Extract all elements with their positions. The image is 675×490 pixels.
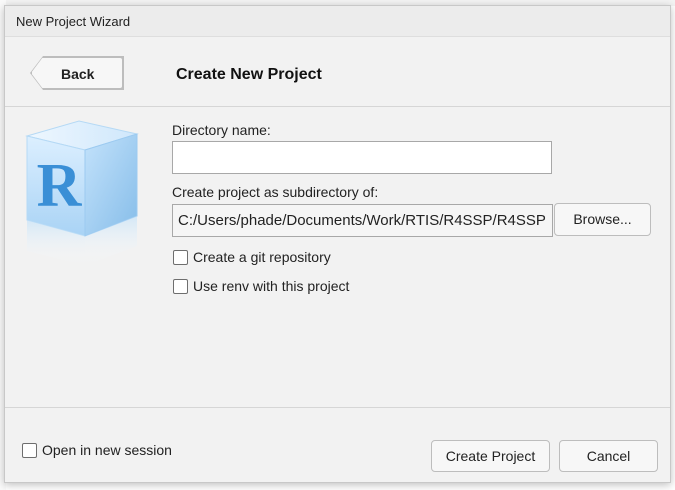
browse-button[interactable]: Browse... <box>554 203 651 236</box>
renv-option[interactable]: Use renv with this project <box>173 278 373 297</box>
page-title: Create New Project <box>176 66 322 83</box>
renv-label: Use renv with this project <box>193 278 350 294</box>
new-session-label: Open in new session <box>42 442 172 458</box>
git-repository-label: Create a git repository <box>193 249 331 265</box>
back-button-label: Back <box>61 66 95 82</box>
new-session-checkbox[interactable] <box>22 443 37 458</box>
window-title: New Project Wizard <box>16 14 131 29</box>
git-repository-option[interactable]: Create a git repository <box>173 249 373 268</box>
r-letter: R <box>37 152 83 220</box>
cancel-button[interactable]: Cancel <box>559 440 658 472</box>
r-cube-logo-icon: R <box>25 120 139 266</box>
wizard-header: Back Create New Project <box>5 37 670 107</box>
directory-name-input[interactable] <box>172 141 552 174</box>
parent-directory-label: Create project as subdirectory of: <box>172 184 379 200</box>
new-session-option[interactable]: Open in new session <box>22 442 202 461</box>
directory-name-label: Directory name: <box>172 122 271 138</box>
renv-checkbox[interactable] <box>173 279 188 294</box>
footer-divider <box>5 407 670 408</box>
title-bar: New Project Wizard <box>5 6 670 37</box>
parent-directory-field[interactable]: C:/Users/phade/Documents/Work/RTIS/R4SSP… <box>172 204 553 237</box>
back-button[interactable]: Back <box>31 57 123 89</box>
create-project-button[interactable]: Create Project <box>431 440 550 472</box>
git-repository-checkbox[interactable] <box>173 250 188 265</box>
new-project-dialog: New Project Wizard Back Create New Proje… <box>4 5 671 483</box>
